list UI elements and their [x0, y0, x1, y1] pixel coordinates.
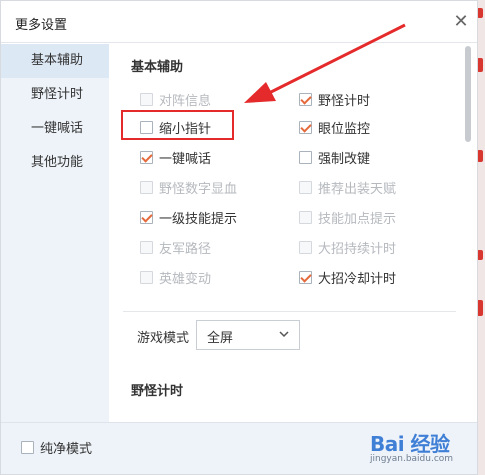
checkbox-pure-mode[interactable]: 纯净模式	[21, 438, 93, 457]
checkbox-recommend-build[interactable]: 推荐出装天赋	[299, 178, 397, 197]
checkbox-hero-change[interactable]: 英雄变动	[140, 268, 212, 287]
checkbox-box	[140, 150, 153, 164]
checkbox-box	[299, 210, 312, 224]
checkbox-level1-skill-hint[interactable]: 一级技能提示	[140, 208, 238, 227]
dialog-title: 更多设置	[15, 18, 68, 33]
checkbox-skill-point-hint[interactable]: 技能加点提示	[299, 208, 397, 227]
checkbox-box	[140, 240, 153, 254]
checkbox-box	[140, 210, 153, 224]
checkbox-label: 对阵信息	[159, 93, 212, 109]
settings-sidebar: 基本辅助 野怪计时 一键喊话 其他功能	[1, 44, 109, 422]
section-title-monster-timer: 野怪计时	[131, 384, 184, 399]
checkbox-ult-duration-timer[interactable]: 大招持续计时	[299, 238, 397, 257]
sidebar-item-basic-assist[interactable]: 基本辅助	[1, 44, 109, 78]
checkbox-label: 眼位监控	[318, 121, 371, 137]
checkbox-label: 野怪计时	[318, 93, 371, 109]
checkbox-box	[299, 270, 312, 284]
checkbox-quick-shout[interactable]: 一键喊话	[140, 148, 212, 167]
checkbox-monster-timer[interactable]: 野怪计时	[299, 90, 371, 109]
checkbox-label: 大招冷却计时	[318, 271, 397, 287]
checkbox-label: 技能加点提示	[318, 211, 397, 227]
dialog-titlebar: 更多设置 ✕	[1, 1, 477, 43]
checkbox-box	[299, 240, 312, 254]
watermark-main-text: Bai 经验	[370, 432, 450, 456]
sidebar-item-other-functions[interactable]: 其他功能	[1, 146, 109, 180]
checkbox-box	[21, 440, 34, 454]
scrollbar-thumb[interactable]	[465, 46, 471, 142]
checkbox-box	[140, 92, 153, 106]
checkbox-label: 大招持续计时	[318, 241, 397, 257]
watermark-logo: Bai 经验 jingyan.baidu.com	[368, 428, 478, 472]
content-scrollbar[interactable]	[464, 44, 472, 422]
chevron-down-icon	[279, 331, 289, 338]
more-settings-dialog: 更多设置 ✕ 基本辅助 野怪计时 一键喊话 其他功能 基本辅助 对阵信息 缩小指…	[0, 0, 478, 475]
checkbox-box	[140, 270, 153, 284]
settings-content: 基本辅助 对阵信息 缩小指针 一键喊话 野怪数字显血 一级技能提示 友军路径 英…	[109, 44, 459, 422]
checkbox-box	[299, 180, 312, 194]
checkbox-label: 野怪数字显血	[159, 181, 238, 197]
game-mode-select[interactable]: 全屏	[196, 320, 300, 350]
checkbox-box	[299, 150, 312, 164]
checkbox-label: 一键喊话	[159, 151, 212, 167]
checkbox-monster-hp-numbers[interactable]: 野怪数字显血	[140, 178, 238, 197]
checkbox-matchup-info[interactable]: 对阵信息	[140, 90, 212, 109]
watermark-sub-text: jingyan.baidu.com	[370, 454, 454, 464]
checkbox-box	[299, 92, 312, 106]
checkbox-label: 强制改键	[318, 151, 371, 167]
checkbox-label: 推荐出装天赋	[318, 181, 397, 197]
game-mode-label: 游戏模式	[137, 331, 190, 346]
close-icon[interactable]: ✕	[451, 12, 471, 32]
checkbox-label: 英雄变动	[159, 271, 212, 287]
checkbox-ult-cooldown-timer[interactable]: 大招冷却计时	[299, 268, 397, 287]
checkbox-force-keybind[interactable]: 强制改键	[299, 148, 371, 167]
sidebar-item-monster-timer[interactable]: 野怪计时	[1, 78, 109, 112]
sidebar-item-quick-shout[interactable]: 一键喊话	[1, 112, 109, 146]
checkbox-label: 纯净模式	[40, 441, 93, 457]
checkbox-box	[140, 180, 153, 194]
game-mode-value: 全屏	[207, 331, 234, 346]
checkbox-box	[299, 120, 312, 134]
checkbox-label: 一级技能提示	[159, 211, 238, 227]
section-divider	[123, 311, 456, 312]
checkbox-ally-path[interactable]: 友军路径	[140, 238, 212, 257]
checkbox-label: 友军路径	[159, 241, 212, 257]
highlight-box	[121, 110, 234, 140]
section-title-basic-assist: 基本辅助	[131, 60, 184, 75]
checkbox-ward-monitor[interactable]: 眼位监控	[299, 118, 371, 137]
